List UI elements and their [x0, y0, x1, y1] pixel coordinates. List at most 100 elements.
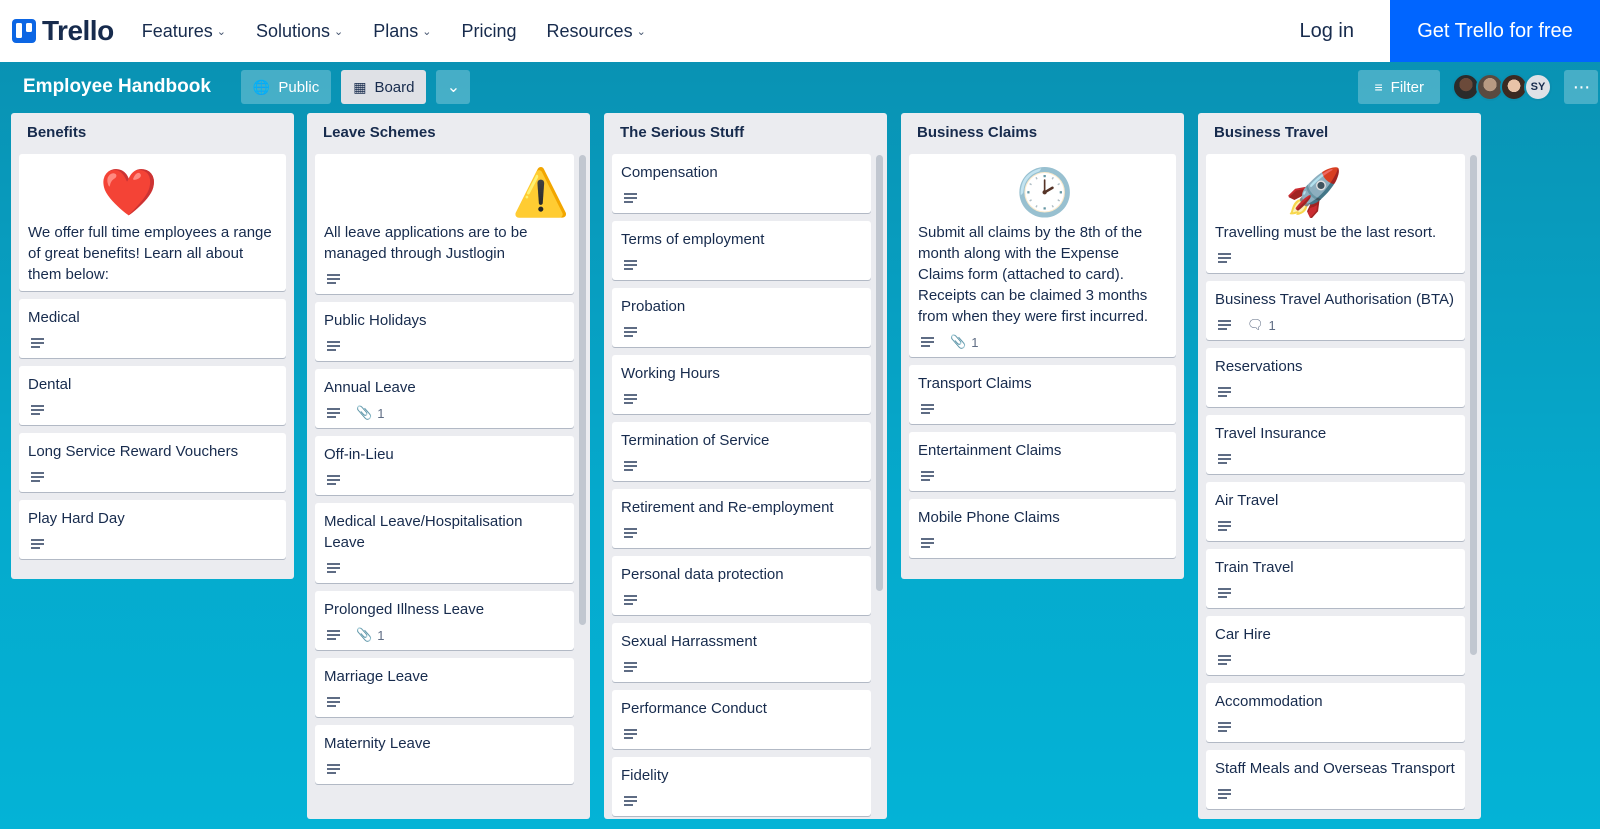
attachment-count: 1: [971, 334, 979, 350]
card-container: 🕑 Submit all claims by the 8th of the mon…: [909, 154, 1176, 558]
chevron-down-icon: ⌄: [446, 79, 461, 96]
card[interactable]: Performance Conduct: [612, 690, 871, 749]
card[interactable]: Compensation: [612, 154, 871, 213]
card-badges: [324, 559, 566, 577]
card-badges: [324, 693, 566, 711]
card[interactable]: Marriage Leave: [315, 658, 574, 717]
card[interactable]: Public Holidays: [315, 302, 574, 361]
get-trello-free-button[interactable]: Get Trello for free: [1390, 0, 1600, 62]
card[interactable]: Entertainment Claims: [909, 432, 1176, 491]
card[interactable]: Working Hours: [612, 355, 871, 414]
card[interactable]: Reservations: [1206, 348, 1465, 407]
card[interactable]: 🚀 Travelling must be the last resort.: [1206, 154, 1465, 273]
card[interactable]: Probation: [612, 288, 871, 347]
card[interactable]: Fidelity: [612, 757, 871, 816]
list-the-serious-stuff: The Serious Stuff Compensation Terms of em…: [604, 113, 887, 819]
attachment-badge: 📎 1: [356, 627, 384, 643]
card[interactable]: Medical Leave/Hospitalisation Leave: [315, 503, 574, 583]
card[interactable]: Staff Meals and Overseas Transport: [1206, 750, 1465, 809]
card[interactable]: Car Hire: [1206, 616, 1465, 675]
visibility-button[interactable]: 🌐 Public: [240, 70, 332, 104]
trello-logo[interactable]: Trello: [12, 15, 114, 47]
list-scrollbar[interactable]: [876, 155, 883, 591]
avatar[interactable]: SY: [1524, 73, 1552, 101]
description-icon: [327, 697, 340, 707]
view-switcher-button[interactable]: ⌄: [436, 70, 471, 104]
card[interactable]: Air Travel: [1206, 482, 1465, 541]
card-container: ❤️ We offer full time employees a range o…: [19, 154, 286, 559]
list-business-travel: Business Travel 🚀 Travelling must be the l…: [1198, 113, 1481, 819]
card-badges: [28, 468, 278, 486]
card-title: All leave applications are to be managed…: [324, 224, 528, 262]
card-badges: [918, 400, 1168, 418]
nav-item-pricing[interactable]: Pricing: [462, 21, 517, 42]
card[interactable]: Medical: [19, 299, 286, 358]
card[interactable]: Play Hard Day: [19, 500, 286, 559]
card[interactable]: Off-in-Lieu: [315, 436, 574, 495]
board-title[interactable]: Employee Handbook: [23, 76, 211, 98]
card[interactable]: Business Travel Authorisation (BTA) 🗨 1: [1206, 281, 1465, 340]
card-title: Accommodation: [1215, 693, 1323, 710]
chevron-down-icon: ⌄: [334, 25, 344, 38]
card[interactable]: 🕑 Submit all claims by the 8th of the mon…: [909, 154, 1176, 357]
comment-badge: 🗨 1: [1247, 317, 1276, 333]
list-title[interactable]: Benefits: [19, 113, 286, 154]
list-leave-schemes: Leave Schemes ⚠️ All leave applications ar…: [307, 113, 590, 819]
card[interactable]: Travel Insurance: [1206, 415, 1465, 474]
card[interactable]: Retirement and Re-employment: [612, 489, 871, 548]
card-title: Play Hard Day: [28, 510, 125, 527]
description-icon: [31, 539, 44, 549]
card[interactable]: Transport Claims: [909, 365, 1176, 424]
nav-menu: Features ⌄ Solutions ⌄ Plans ⌄ Pricing Reso…: [142, 21, 676, 42]
card[interactable]: Sexual Harrassment: [612, 623, 871, 682]
login-link[interactable]: Log in: [1300, 20, 1355, 43]
board-header-right: ≡ Filter SY ···: [1358, 70, 1600, 104]
filter-button[interactable]: ≡ Filter: [1358, 70, 1440, 104]
description-icon: [1218, 320, 1231, 330]
list-scrollbar[interactable]: [579, 155, 586, 625]
card-title: Performance Conduct: [621, 700, 767, 717]
card[interactable]: Accommodation: [1206, 683, 1465, 742]
card[interactable]: ⚠️ All leave applications are to be manag…: [315, 154, 574, 294]
card-badges: [1215, 249, 1457, 267]
card[interactable]: Long Service Reward Vouchers: [19, 433, 286, 492]
card-title: Retirement and Re-employment: [621, 499, 834, 516]
card[interactable]: Dental: [19, 366, 286, 425]
paperclip-icon: 📎: [950, 334, 967, 349]
card[interactable]: Train Travel: [1206, 549, 1465, 608]
list-title[interactable]: Business Travel: [1206, 113, 1473, 154]
card[interactable]: Maternity Leave: [315, 725, 574, 784]
nav-item-plans[interactable]: Plans ⌄: [373, 21, 431, 42]
card-cover: 🚀: [1215, 162, 1457, 222]
card[interactable]: ❤️ We offer full time employees a range o…: [19, 154, 286, 291]
card[interactable]: Mobile Phone Claims: [909, 499, 1176, 558]
chevron-down-icon: ⌄: [422, 25, 432, 38]
description-icon: [327, 274, 340, 284]
card-title: Dental: [28, 376, 72, 393]
card-title: Transport Claims: [918, 375, 1032, 392]
card[interactable]: Annual Leave 📎 1: [315, 369, 574, 428]
list-title[interactable]: Business Claims: [909, 113, 1176, 154]
card[interactable]: Termination of Service: [612, 422, 871, 481]
more-menu-button[interactable]: ···: [1564, 70, 1598, 104]
description-icon: [327, 764, 340, 774]
card[interactable]: Terms of employment: [612, 221, 871, 280]
nav-item-features[interactable]: Features ⌄: [142, 21, 226, 42]
card[interactable]: Prolonged Illness Leave 📎 1: [315, 591, 574, 650]
chevron-down-icon: ⌄: [636, 25, 646, 38]
list-title[interactable]: Leave Schemes: [315, 113, 582, 154]
description-icon: [327, 408, 340, 418]
card-title: Annual Leave: [324, 379, 416, 396]
board-view-button[interactable]: ▦ Board: [341, 70, 427, 104]
board-view-icon: ▦: [353, 78, 367, 95]
nav-item-resources[interactable]: Resources ⌄: [547, 21, 646, 42]
description-icon: [624, 595, 637, 605]
description-icon: [624, 461, 637, 471]
card-badges: [28, 334, 278, 352]
list-title[interactable]: The Serious Stuff: [612, 113, 879, 154]
nav-item-solutions[interactable]: Solutions ⌄: [256, 21, 343, 42]
card-title: Travelling must be the last resort.: [1215, 224, 1437, 241]
card[interactable]: Personal data protection: [612, 556, 871, 615]
card-title: Maternity Leave: [324, 735, 431, 752]
list-scrollbar[interactable]: [1470, 155, 1477, 655]
